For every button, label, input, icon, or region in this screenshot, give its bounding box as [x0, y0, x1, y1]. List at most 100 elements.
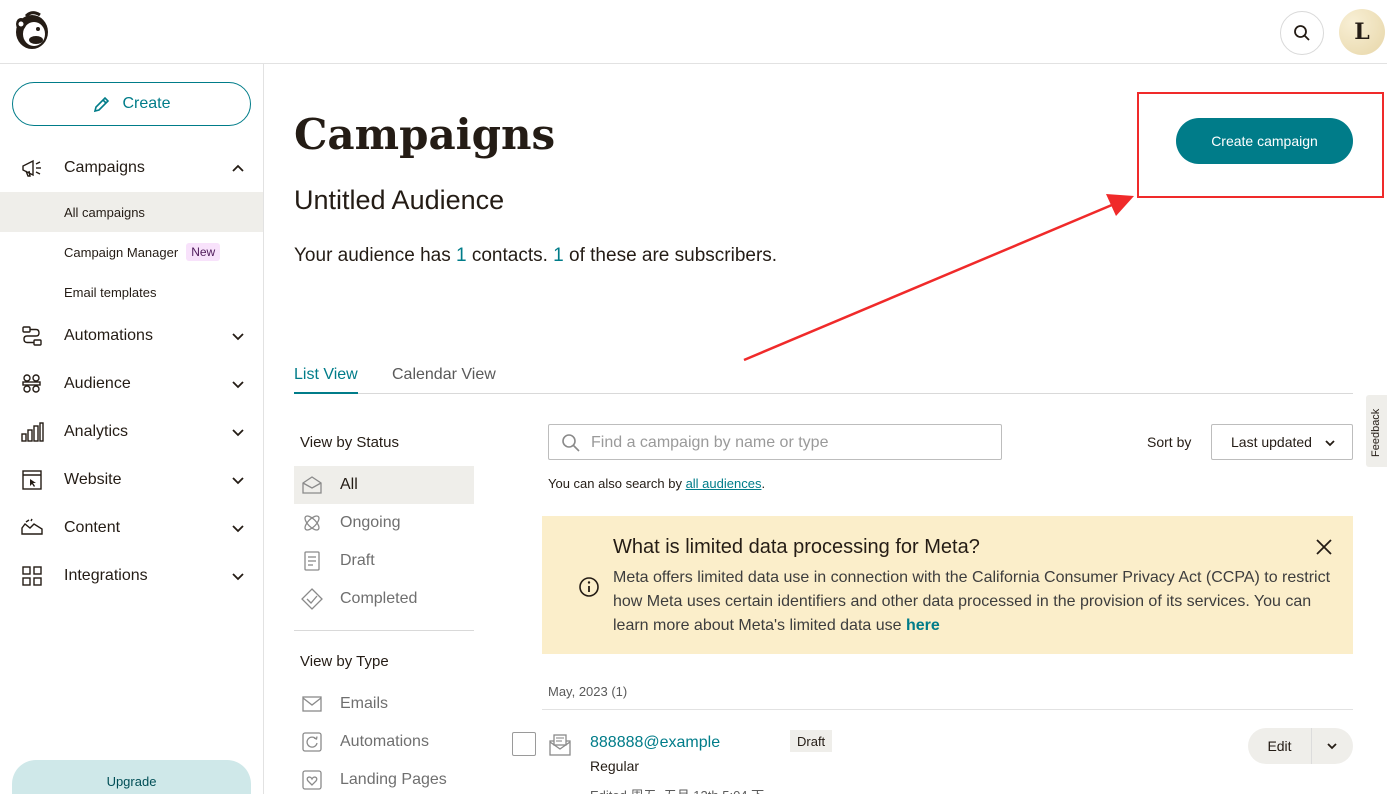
- email-draft-icon: [549, 734, 571, 756]
- type-filter-emails[interactable]: Emails: [294, 685, 474, 723]
- filter-label: Emails: [340, 695, 389, 712]
- top-bar: L: [0, 0, 1387, 64]
- audience-summary-prefix: Your audience has: [294, 245, 456, 266]
- audience-icon: [22, 374, 41, 393]
- status-filter-completed[interactable]: Completed: [294, 580, 474, 618]
- status-filter-all[interactable]: All: [294, 466, 474, 504]
- sidebar-subitem-all-campaigns[interactable]: All campaigns: [0, 192, 263, 232]
- sidebar-item-label: Integrations: [64, 567, 148, 584]
- audience-name: Untitled Audience: [294, 185, 505, 215]
- sidebar-subitem-email-templates[interactable]: Email templates: [0, 272, 263, 312]
- view-tabs: List View Calendar View: [294, 360, 1353, 394]
- megaphone-icon: [22, 159, 41, 177]
- automation-flow-icon: [22, 326, 42, 346]
- sidebar-item-integrations[interactable]: Integrations: [0, 556, 263, 596]
- campaign-row-checkbox[interactable]: [512, 732, 536, 756]
- tab-calendar-view[interactable]: Calendar View: [392, 366, 496, 384]
- type-filter-landing-pages[interactable]: Landing Pages: [294, 761, 474, 794]
- mailchimp-logo-icon[interactable]: [12, 10, 52, 52]
- annotation-highlight-box: [1137, 92, 1384, 198]
- sidebar-item-label: Campaigns: [64, 159, 145, 176]
- chevron-down-icon: [1325, 440, 1335, 447]
- landing-page-icon: [302, 770, 322, 790]
- search-icon: [1294, 25, 1310, 41]
- sidebar-item-label: Audience: [64, 375, 131, 392]
- new-badge: New: [186, 243, 221, 261]
- tab-list-view[interactable]: List View: [294, 366, 358, 394]
- chevron-down-icon: [232, 429, 244, 437]
- banner-body-text: Meta offers limited data use in connecti…: [613, 569, 1331, 634]
- audience-summary: Your audience has 1 contacts. 1 of these…: [294, 245, 777, 267]
- meta-info-banner: What is limited data processing for Meta…: [542, 516, 1353, 654]
- sort-selected-value: Last updated: [1231, 434, 1312, 450]
- sidebar: Create Campaigns All campaigns Campaign …: [0, 64, 264, 794]
- all-audiences-link[interactable]: all audiences: [686, 476, 762, 491]
- email-icon: [302, 696, 322, 712]
- filter-divider: [294, 630, 474, 631]
- status-badge: Draft: [790, 730, 833, 752]
- search-note-prefix: You can also search by: [548, 476, 686, 491]
- chevron-down-icon: [232, 381, 244, 389]
- filter-label: Draft: [340, 552, 375, 569]
- campaign-name-link[interactable]: 888888@example: [590, 734, 720, 752]
- sidebar-item-campaigns[interactable]: Campaigns: [0, 148, 263, 188]
- campaign-edited-time: Edited 周五, 五月 12th 5:04 下: [590, 785, 764, 794]
- filter-label: Ongoing: [340, 514, 401, 531]
- create-button[interactable]: Create: [12, 82, 251, 126]
- sidebar-item-website[interactable]: Website: [0, 460, 263, 500]
- banner-learn-more-link[interactable]: here: [906, 617, 940, 634]
- sidebar-item-label: Analytics: [64, 423, 129, 440]
- sort-select[interactable]: Last updated: [1211, 424, 1353, 460]
- chevron-down-icon: [232, 525, 244, 533]
- type-filter-heading: View by Type: [300, 653, 389, 670]
- search-note-suffix: .: [761, 476, 766, 491]
- campaign-actions: Edit: [1248, 728, 1353, 764]
- sidebar-subitem-label: All campaigns: [64, 204, 145, 220]
- status-filter-ongoing[interactable]: Ongoing: [294, 504, 474, 542]
- banner-body: Meta offers limited data use in connecti…: [613, 566, 1333, 638]
- contacts-count: 1: [455, 245, 467, 266]
- sidebar-subitem-campaign-manager[interactable]: Campaign Manager New: [0, 232, 263, 272]
- info-icon: [579, 577, 599, 597]
- sidebar-subitem-label: Campaign Manager: [64, 244, 179, 260]
- close-icon[interactable]: [1315, 538, 1333, 556]
- upgrade-button[interactable]: Upgrade: [12, 760, 251, 794]
- content-icon: [21, 518, 43, 535]
- subscribers-count: 1: [553, 245, 564, 266]
- global-search-button[interactable]: [1280, 11, 1324, 55]
- sort-label: Sort by: [1147, 434, 1192, 450]
- bar-chart-icon: [21, 422, 44, 442]
- sidebar-item-analytics[interactable]: Analytics: [0, 412, 263, 452]
- chevron-down-icon: [1327, 743, 1337, 750]
- chevron-down-icon: [232, 573, 244, 581]
- all-campaigns-icon: [302, 476, 322, 494]
- status-filter-draft[interactable]: Draft: [294, 542, 474, 580]
- pencil-icon: [94, 96, 110, 113]
- completed-icon: [301, 588, 323, 610]
- edit-button[interactable]: Edit: [1248, 728, 1312, 764]
- chevron-up-icon: [232, 164, 244, 172]
- sidebar-item-label: Automations: [64, 327, 153, 344]
- sidebar-item-audience[interactable]: Audience: [0, 364, 263, 404]
- campaign-search-input[interactable]: [591, 431, 991, 455]
- chevron-down-icon: [232, 477, 244, 485]
- type-filter-automations[interactable]: Automations: [294, 723, 474, 761]
- audience-summary-middle: contacts.: [466, 245, 554, 266]
- sidebar-item-automations[interactable]: Automations: [0, 316, 263, 356]
- sidebar-item-label: Website: [64, 471, 122, 488]
- feedback-tab[interactable]: Feedback: [1366, 395, 1387, 467]
- draft-icon: [304, 551, 320, 571]
- user-avatar[interactable]: L: [1339, 9, 1385, 55]
- search-icon: [562, 434, 580, 452]
- page-title: Campaigns: [294, 110, 556, 159]
- filter-label: All: [340, 476, 358, 493]
- main-content: Campaigns Untitled Audience Your audienc…: [264, 64, 1387, 794]
- status-filter-heading: View by Status: [300, 434, 399, 451]
- filter-label: Automations: [340, 733, 429, 750]
- banner-title: What is limited data processing for Meta…: [613, 536, 980, 558]
- filter-label: Completed: [340, 590, 418, 607]
- sidebar-item-content[interactable]: Content: [0, 508, 263, 548]
- more-actions-button[interactable]: [1312, 728, 1353, 764]
- group-divider: [542, 709, 1353, 710]
- sidebar-item-label: Content: [64, 519, 121, 536]
